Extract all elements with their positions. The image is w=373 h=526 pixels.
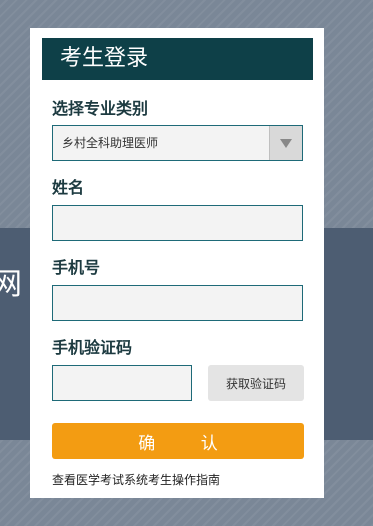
- category-label: 选择专业类别: [52, 99, 149, 118]
- caret-down-icon: [280, 139, 292, 148]
- select-arrow-box[interactable]: [269, 126, 302, 160]
- background-partial-text: 网: [0, 267, 22, 302]
- guide-link[interactable]: 查看医学考试系统考生操作指南: [52, 472, 220, 488]
- phone-label: 手机号: [52, 258, 101, 277]
- login-card: 考生登录 选择专业类别 乡村全科助理医师 姓名 手机号 手机验证码 获取验证码 …: [30, 28, 324, 498]
- get-code-button[interactable]: 获取验证码: [208, 365, 304, 401]
- category-selected-value: 乡村全科助理医师: [62, 136, 159, 150]
- confirm-button[interactable]: 确 认: [52, 423, 304, 459]
- phone-input[interactable]: [52, 285, 303, 321]
- code-label: 手机验证码: [52, 338, 133, 357]
- code-input[interactable]: [52, 365, 192, 401]
- login-title: 考生登录: [42, 38, 313, 80]
- name-label: 姓名: [52, 178, 85, 197]
- name-input[interactable]: [52, 205, 303, 241]
- category-select[interactable]: 乡村全科助理医师: [52, 125, 303, 161]
